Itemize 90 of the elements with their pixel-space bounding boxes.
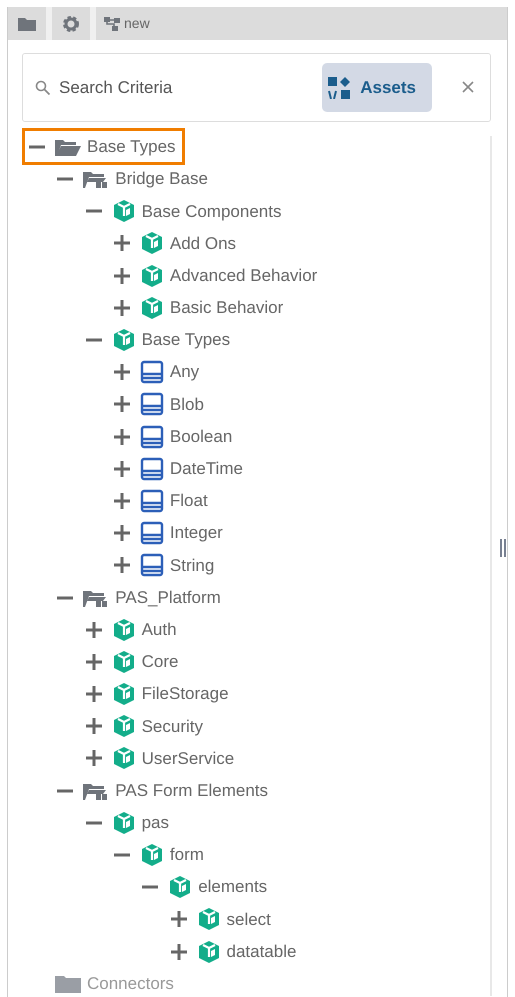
cube-icon xyxy=(168,875,192,900)
tree-item[interactable]: datatable xyxy=(164,936,306,968)
tree-item[interactable]: PAS Form Elements xyxy=(50,774,278,807)
tree-item[interactable]: Float xyxy=(106,484,217,518)
close-icon xyxy=(462,81,474,94)
tree-item[interactable]: Advanced Behavior xyxy=(106,260,326,292)
plus-icon xyxy=(114,235,130,252)
plus-icon xyxy=(114,428,130,445)
library-folder-icon xyxy=(83,588,110,607)
tree-item[interactable]: PAS_Platform xyxy=(50,581,230,614)
folder-icon xyxy=(18,16,36,30)
table-icon xyxy=(140,521,164,546)
toolbar-tab[interactable] xyxy=(52,7,90,40)
cube-icon xyxy=(112,810,136,835)
assets-icon xyxy=(328,76,350,98)
table-icon xyxy=(140,456,164,481)
tree-item[interactable]: Base Types xyxy=(78,324,240,356)
plus-icon xyxy=(86,622,102,638)
minus-icon xyxy=(57,788,74,793)
tree-item[interactable]: Basic Behavior xyxy=(106,292,292,324)
plus-icon xyxy=(114,268,130,284)
tree-item[interactable]: select xyxy=(164,903,280,936)
tree-item[interactable]: DateTime xyxy=(106,452,252,485)
cube-icon xyxy=(112,650,136,674)
plus-icon xyxy=(170,911,186,928)
library-folder-icon xyxy=(83,170,110,188)
tree-item[interactable]: Core xyxy=(78,646,188,678)
minus-icon xyxy=(86,209,102,214)
tree-item[interactable]: Auth xyxy=(78,614,186,646)
plus-icon xyxy=(86,750,102,766)
plus-icon xyxy=(86,718,102,734)
cube-icon xyxy=(112,328,136,352)
table-icon xyxy=(140,392,164,416)
plus-icon xyxy=(114,557,130,574)
plus-icon xyxy=(114,300,130,316)
cube-icon xyxy=(112,714,136,738)
cube-icon xyxy=(140,843,164,868)
cube-icon xyxy=(112,746,136,770)
search-icon xyxy=(35,80,51,96)
plus-icon xyxy=(114,525,130,542)
toolbar-tab[interactable] xyxy=(8,7,46,40)
tree-item[interactable]: String xyxy=(106,549,224,582)
plus-icon xyxy=(86,654,102,670)
plus-icon xyxy=(114,460,130,477)
cube-icon xyxy=(112,682,136,706)
plus-icon xyxy=(86,686,102,702)
minus-icon xyxy=(86,338,102,342)
cube-icon xyxy=(140,296,164,320)
table-icon xyxy=(140,424,164,449)
cube-icon xyxy=(112,618,136,642)
plus-icon xyxy=(170,944,186,960)
plus-icon xyxy=(114,396,130,412)
cube-icon xyxy=(112,199,136,224)
minus-icon xyxy=(57,596,74,600)
assets-filter-button[interactable]: Assets xyxy=(322,63,432,112)
tree-item[interactable]: Blob xyxy=(106,388,213,420)
plus-icon xyxy=(114,492,130,509)
resize-handle[interactable] xyxy=(500,539,507,557)
minus-icon xyxy=(57,177,74,182)
tree-item[interactable]: Security xyxy=(78,710,212,742)
tree-item[interactable]: form xyxy=(106,838,213,872)
settings-icon xyxy=(62,14,80,32)
cube-icon xyxy=(140,264,164,288)
tree-item[interactable]: FileStorage xyxy=(78,678,238,710)
minus-icon xyxy=(142,885,158,890)
tree-item[interactable]: elements xyxy=(135,871,276,904)
tree-item[interactable]: pas xyxy=(78,806,178,839)
tree-item[interactable]: Add Ons xyxy=(106,227,246,260)
tree-item[interactable]: Base Types xyxy=(22,128,185,165)
cube-icon xyxy=(196,907,220,932)
plus-icon xyxy=(114,364,130,380)
folder-icon xyxy=(55,974,81,993)
cube-icon xyxy=(196,940,220,964)
cube-icon xyxy=(140,231,164,256)
diagram-icon xyxy=(104,16,120,30)
minus-icon xyxy=(86,820,102,825)
tree-item[interactable]: UserService xyxy=(78,742,244,775)
minus-icon xyxy=(29,144,45,148)
toolbar-tab[interactable]: new xyxy=(96,7,507,40)
open-folder-icon xyxy=(55,138,81,156)
minus-icon xyxy=(114,853,130,858)
tree-item[interactable]: Integer xyxy=(106,517,232,550)
table-icon xyxy=(140,360,164,384)
library-folder-icon xyxy=(83,782,110,800)
tree-item[interactable]: Bridge Base xyxy=(50,163,217,196)
tree-item[interactable]: Any xyxy=(106,356,208,388)
tree-item[interactable]: Base Components xyxy=(78,195,290,228)
table-icon xyxy=(140,488,164,513)
tree-item[interactable]: Boolean xyxy=(106,420,242,453)
table-icon xyxy=(140,553,164,578)
